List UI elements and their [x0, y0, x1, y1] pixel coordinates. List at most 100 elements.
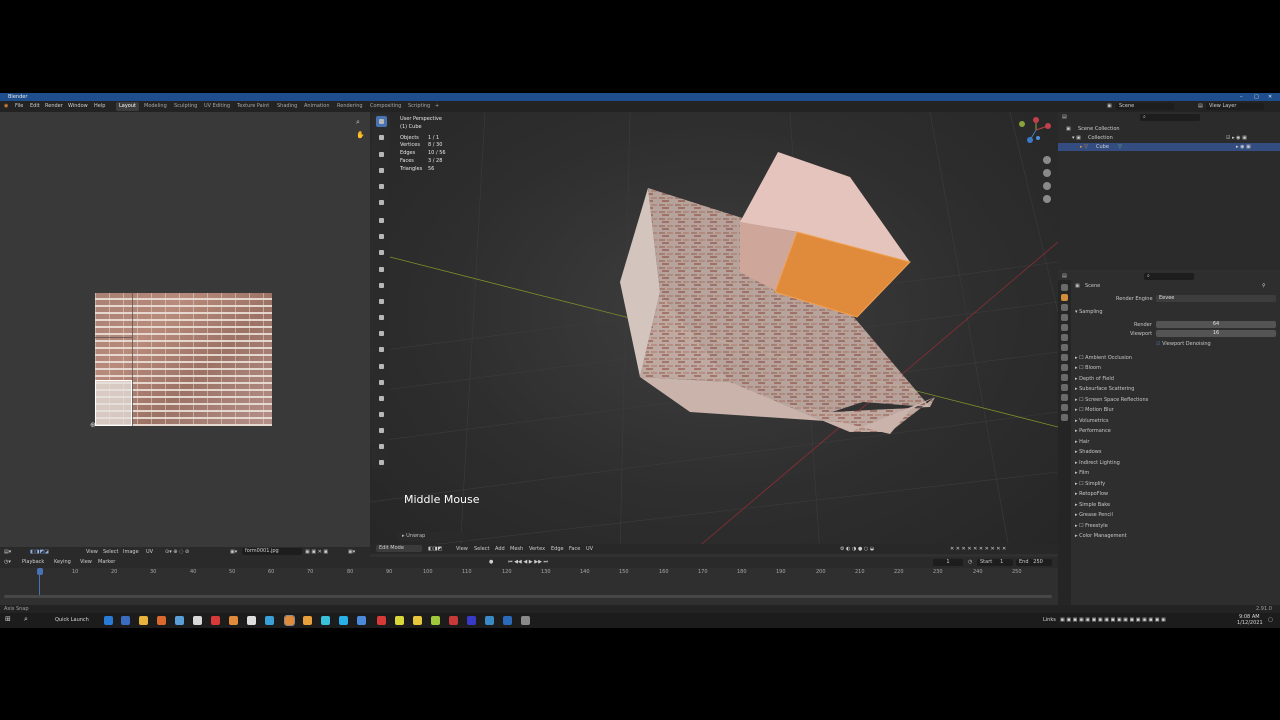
object-tab[interactable] [1061, 344, 1068, 351]
view-layer-tab[interactable] [1061, 314, 1068, 321]
panel-hair[interactable]: ▸ Hair [1075, 439, 1089, 445]
editor-type-icon[interactable]: ◷▾ [4, 559, 11, 565]
scene-tab[interactable] [1061, 324, 1068, 331]
panel-subsurface-scattering[interactable]: ▸ Subsurface Scattering [1075, 386, 1134, 392]
blender-taskbar-icon[interactable] [284, 615, 295, 626]
menu-face[interactable]: Face [569, 546, 580, 552]
menu-file[interactable]: File [15, 103, 23, 109]
playhead[interactable] [37, 568, 43, 575]
edge-browser-icon[interactable] [104, 616, 113, 625]
loop-cut-tool[interactable] [376, 312, 387, 323]
select-box-tool[interactable] [376, 116, 387, 127]
physics-tab[interactable] [1061, 374, 1068, 381]
app-icon[interactable] [157, 616, 166, 625]
spin-tool[interactable] [376, 361, 387, 372]
tab-texture-paint[interactable]: Texture Paint [234, 102, 272, 111]
app-icon[interactable] [413, 616, 422, 625]
view-layer-selector[interactable]: View Layer [1206, 103, 1264, 110]
zoom-icon[interactable] [1043, 156, 1051, 164]
panel-depth-of-field[interactable]: ▸ Depth of Field [1075, 376, 1114, 382]
visibility-icons[interactable]: ▸ ◉ ▣ [1236, 144, 1251, 150]
rip-tool[interactable] [376, 441, 387, 452]
panel-film[interactable]: ▸ Film [1075, 470, 1089, 476]
tab-compositing[interactable]: Compositing [367, 102, 404, 111]
shear-tool[interactable] [376, 425, 387, 436]
constraints-tab[interactable] [1061, 384, 1068, 391]
viewport-samples-field[interactable]: 16 [1156, 330, 1276, 337]
app-icon[interactable] [449, 616, 458, 625]
app-icon[interactable] [175, 616, 184, 625]
playback-controls[interactable]: ⏮ ◀◀ ◀ ▶ ▶▶ ⏭ [508, 559, 548, 565]
tray-icons[interactable]: ▣ ▣ ▣ ▣ ▣ ▣ ▣ ▣ ▣ ▣ ▣ ▣ ▣ ▣ ▣ ▣ ▣ [1060, 617, 1166, 623]
move-tool[interactable] [376, 149, 387, 160]
menu-keying[interactable]: Keying [54, 559, 71, 565]
app-icon[interactable] [229, 616, 238, 625]
editor-type-icon[interactable]: ▤▾ [4, 549, 11, 555]
search-icon[interactable]: ⌕ [24, 615, 28, 624]
clock-date[interactable]: 1/12/2021 [1237, 620, 1263, 626]
overlay-icons[interactable]: ⚙ ◐ ◑ ● ○ ◒ [840, 546, 874, 552]
panel-simple-bake[interactable]: ▸ Simple Bake [1075, 502, 1110, 508]
3d-viewport[interactable]: User Perspective (1) Cube Objects 1 / 1 V… [370, 112, 1058, 554]
last-operator-panel[interactable]: ▸ Unwrap [398, 532, 468, 541]
tab-uv-editing[interactable]: UV Editing [201, 102, 233, 111]
tab-scripting[interactable]: Scripting [405, 102, 433, 111]
app-icon[interactable] [339, 616, 348, 625]
current-frame-field[interactable]: 1 [933, 559, 963, 566]
app-icon[interactable] [485, 616, 494, 625]
menu-select[interactable]: Select [474, 546, 489, 552]
panel-grease-pencil[interactable]: ▸ Grease Pencil [1075, 512, 1113, 518]
app-icon[interactable] [211, 616, 220, 625]
panel-ambient-occlusion[interactable]: ▸ ☐ Ambient Occlusion [1075, 355, 1132, 361]
minimize-icon[interactable]: – [1240, 94, 1243, 100]
menu-marker[interactable]: Marker [98, 559, 115, 565]
timeline[interactable]: 1 10 20 30 40 50 60 70 80 90 100 110 120… [0, 568, 1058, 598]
tab-rendering[interactable]: Rendering [334, 102, 366, 111]
image-browse-icon[interactable]: ▣▾ [230, 549, 237, 555]
uv-editor[interactable]: ⌕ ✋ ⊕ [0, 112, 370, 547]
tab-animation[interactable]: Animation [301, 102, 333, 111]
app-icon[interactable] [193, 616, 202, 625]
add-cube-tool[interactable] [376, 247, 387, 258]
outliner-row[interactable]: ▾ ▣ Collection ☑ ▸ ◉ ▣ [1058, 134, 1280, 142]
bevel-tool[interactable] [376, 296, 387, 307]
app-icon[interactable] [503, 616, 512, 625]
outliner-editor-icon[interactable]: ▤ [1062, 114, 1067, 120]
edge-slide-tool[interactable] [376, 393, 387, 404]
menu-view[interactable]: View [80, 559, 92, 565]
extrude-tool[interactable] [376, 264, 387, 275]
tool-tab[interactable] [1061, 284, 1068, 291]
cube-mesh[interactable] [620, 152, 935, 434]
timeline-scrollbar[interactable] [4, 595, 1052, 598]
world-tab[interactable] [1061, 334, 1068, 341]
shading-icons[interactable]: ✕ ✕ ✕ ✕ ✕ ✕ ✕ ✕ ✕ ✕ [950, 546, 1006, 552]
image-name-field[interactable]: form0001.jpg [242, 548, 302, 555]
menu-vertex[interactable]: Vertex [529, 546, 545, 552]
app-icon[interactable] [377, 616, 386, 625]
uv-island-selected[interactable] [95, 380, 132, 426]
file-explorer-icon[interactable] [139, 616, 148, 625]
poly-build-tool[interactable] [376, 344, 387, 355]
scale-tool[interactable] [376, 181, 387, 192]
uv-select-mode-icons[interactable]: ◧◨◩◪ [30, 549, 49, 555]
navigation-gizmo[interactable] [1019, 117, 1051, 143]
menu-uv[interactable]: UV [146, 549, 153, 555]
panel-indirect-lighting[interactable]: ▸ Indirect Lighting [1075, 460, 1120, 466]
pin-icon[interactable]: ⚲ [1262, 283, 1266, 289]
properties-editor[interactable]: ▤ ⌕ ▣ Scene ⚲ Render Engine Eevee ▾ Samp… [1058, 272, 1280, 628]
particles-tab[interactable] [1061, 364, 1068, 371]
knife-tool[interactable] [376, 328, 387, 339]
app-icon[interactable] [357, 616, 366, 625]
menu-image[interactable]: Image [123, 549, 139, 555]
pivot-icons[interactable]: ⊙▾ ⊕ ◌ ⊘ [165, 549, 189, 555]
render-engine-dropdown[interactable]: Eevee [1156, 295, 1276, 302]
quick-launch-label[interactable]: Quick Launch [55, 617, 89, 623]
panel-screen-space-reflections[interactable]: ▸ ☐ Screen Space Reflections [1075, 397, 1148, 403]
tab-shading[interactable]: Shading [274, 102, 300, 111]
sampling-panel[interactable]: ▾ Sampling [1075, 309, 1103, 315]
scene-selector[interactable]: Scene [1116, 103, 1174, 110]
app-icon[interactable] [247, 616, 256, 625]
properties-editor-icon[interactable]: ▤ [1062, 273, 1067, 279]
app-icon[interactable] [121, 616, 130, 625]
outliner-search-input[interactable]: ⌕ [1140, 114, 1200, 121]
